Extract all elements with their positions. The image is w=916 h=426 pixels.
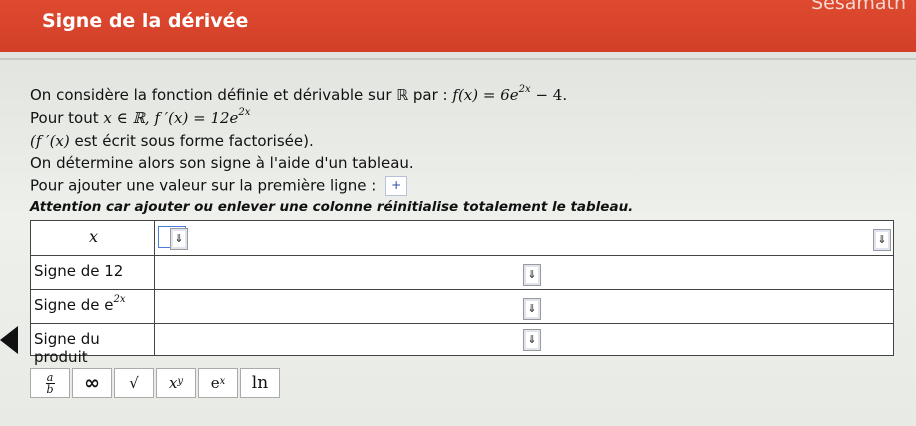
brand-logo: Sésamath	[811, 0, 906, 14]
intro-text: On considère la fonction définie et déri…	[30, 86, 448, 104]
intro-line-2: Pour tout x ∈ ℝ, f ′(x) = 12e2x	[30, 107, 251, 127]
intro-text: Pour ajouter une valeur sur la première …	[30, 176, 377, 195]
row-label: Signe du produit	[34, 330, 100, 366]
table-row: Signe du produit ⇓	[31, 323, 893, 366]
variable-label: x	[89, 227, 99, 246]
x-right-dropdown[interactable]: ⇓	[873, 229, 891, 251]
fraction-icon: ab	[45, 370, 55, 396]
table-row: Signe de e2x ⇓	[31, 289, 893, 324]
row-header: x	[31, 221, 155, 255]
x-left-dropdown[interactable]: ⇓	[170, 228, 188, 250]
math-toolbar: ab ∞ √ xy ex ln	[30, 368, 282, 398]
exponential-button[interactable]: ex	[198, 368, 238, 398]
intro-line-4: On détermine alors son signe à l'aide d'…	[30, 154, 414, 172]
row-header: Signe du produit	[31, 324, 155, 366]
function-formula: f(x) = 6e2x − 4.	[452, 84, 568, 104]
derivative-symbol: (f ′(x)	[30, 132, 70, 150]
sqrt-icon: √	[129, 374, 139, 392]
fraction-button[interactable]: ab	[30, 368, 70, 398]
intro-text: est écrit sous forme factorisée).	[69, 132, 314, 150]
derivative-formula: x ∈ ℝ, f ′(x) = 12e2x	[103, 107, 251, 127]
warning-note: Attention car ajouter ou enlever une col…	[30, 199, 634, 215]
ln-button[interactable]: ln	[240, 368, 280, 398]
intro-text: On détermine alors son signe à l'aide d'…	[30, 154, 414, 172]
table-row-x: x ⇓ ⇓	[31, 221, 893, 255]
row-header: Signe de 12	[31, 256, 155, 290]
intro-line-5: Pour ajouter une valeur sur la première …	[30, 176, 408, 196]
divider	[0, 58, 916, 60]
row-label: Signe de e2x	[34, 294, 126, 314]
page-title: Signe de la dérivée	[42, 10, 249, 32]
intro-line-3: (f ′(x) est écrit sous forme factorisée)…	[30, 132, 314, 150]
intro-line-1: On considère la fonction définie et déri…	[30, 84, 568, 104]
page-header: Signe de la dérivée Sésamath	[0, 0, 916, 52]
row-label: Signe de 12	[34, 262, 124, 280]
row-header: Signe de e2x	[31, 290, 155, 324]
sqrt-button[interactable]: √	[114, 368, 154, 398]
left-arrow-icon[interactable]	[0, 326, 18, 354]
intro-text: Pour tout	[30, 109, 104, 127]
infinity-button[interactable]: ∞	[72, 368, 112, 398]
sign-dropdown[interactable]: ⇓	[523, 298, 541, 320]
sign-table: x ⇓ ⇓ Signe de 12 ⇓ Signe de e2x ⇓ Signe…	[30, 220, 894, 366]
table-row: Signe de 12 ⇓	[31, 255, 893, 290]
power-button[interactable]: xy	[156, 368, 196, 398]
sign-dropdown[interactable]: ⇓	[523, 329, 541, 351]
sign-dropdown[interactable]: ⇓	[523, 264, 541, 286]
add-value-button[interactable]: +	[385, 176, 408, 196]
